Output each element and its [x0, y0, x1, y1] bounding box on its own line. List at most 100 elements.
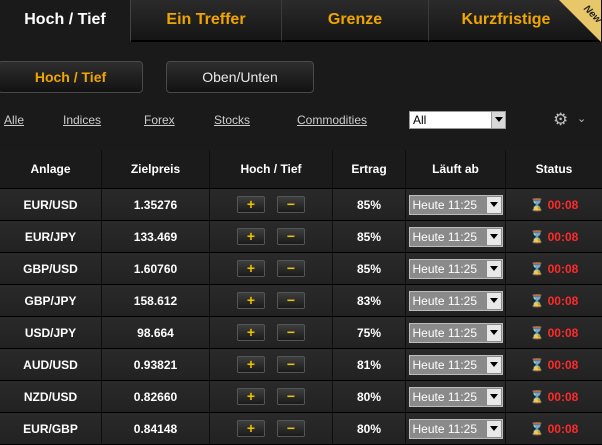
expiry-select[interactable]: Heute 11:25 [408, 226, 503, 247]
asset-name: USD/JPY [0, 317, 102, 348]
hoch-plus-button[interactable]: + [237, 388, 265, 405]
hoch-tief-controls: + − [210, 349, 333, 380]
filter-alle-link[interactable]: Alle [4, 113, 24, 127]
asset-filter-bar: Alle Indices Forex Stocks Commodities [0, 113, 602, 131]
subtab-oben-unten-button[interactable]: Oben/Unten [166, 61, 314, 93]
column-header-zielpreis: Zielpreis [102, 150, 210, 188]
hoch-plus-button[interactable]: + [237, 196, 265, 213]
asset-filter-select[interactable]: All [409, 111, 506, 129]
expiry-select-value: Heute 11:25 [412, 261, 478, 276]
target-price: 1.60760 [102, 253, 210, 284]
filter-stocks-link[interactable]: Stocks [214, 113, 250, 127]
target-price: 158.612 [102, 285, 210, 316]
hourglass-icon: ⌛ [529, 325, 545, 340]
yield-value: 85% [333, 221, 406, 252]
yield-value: 80% [333, 413, 406, 444]
table-row: GBP/JPY 158.612 + −83% Heute 11:25 ⌛ 00:08 [0, 285, 602, 317]
chevron-down-icon [486, 196, 501, 213]
hoch-tief-controls: + − [210, 253, 333, 284]
tief-minus-button[interactable]: − [277, 292, 305, 309]
expiry-select-value: Heute 11:25 [412, 293, 478, 308]
status-countdown: 00:08 [547, 197, 579, 212]
column-header-laeuft-ab: Läuft ab [406, 150, 506, 188]
chevron-down-icon [486, 228, 501, 245]
tab-kurzfristige-label: Kurzfristige [461, 11, 551, 28]
hourglass-icon: ⌛ [529, 261, 545, 276]
filter-indices-link[interactable]: Indices [63, 113, 101, 127]
gear-icon[interactable]: ⚙ [553, 111, 568, 129]
expiry-cell: Heute 11:25 [406, 189, 506, 220]
expiry-select[interactable]: Heute 11:25 [408, 386, 503, 407]
hoch-tief-controls: + − [210, 381, 333, 412]
hoch-tief-controls: + − [210, 413, 333, 444]
tief-minus-button[interactable]: − [277, 420, 305, 437]
expiry-select[interactable]: Heute 11:25 [408, 418, 503, 439]
status-cell: ⌛ 00:08 [506, 317, 602, 348]
target-price: 0.84148 [102, 413, 210, 444]
filter-forex-link[interactable]: Forex [144, 113, 175, 127]
table-row: EUR/USD 1.35276 + −85% Heute 11:25 ⌛ 00:08 [0, 189, 602, 221]
chevron-down-icon [486, 324, 501, 341]
target-price: 0.82660 [102, 381, 210, 412]
column-header-anlage: Anlage [0, 150, 102, 188]
asset-name: GBP/JPY [0, 285, 102, 316]
column-header-status: Status [535, 162, 573, 176]
tief-minus-button[interactable]: − [277, 324, 305, 341]
chevron-down-icon [486, 420, 501, 437]
status-countdown: 00:08 [547, 261, 579, 276]
expiry-select-value: Heute 11:25 [412, 229, 478, 244]
table-row: EUR/GBP 0.84148 + −80% Heute 11:25 ⌛ 00:08 [0, 413, 602, 445]
asset-name: NZD/USD [0, 381, 102, 412]
tab-grenze[interactable]: Grenze [282, 0, 429, 42]
yield-value: 85% [333, 189, 406, 220]
hoch-plus-button[interactable]: + [237, 324, 265, 341]
hoch-plus-button[interactable]: + [237, 356, 265, 373]
expiry-cell: Heute 11:25 [406, 221, 506, 252]
filter-commodities-link[interactable]: Commodities [297, 113, 367, 127]
expiry-select[interactable]: Heute 11:25 [408, 194, 503, 215]
yield-value: 83% [333, 285, 406, 316]
status-cell: ⌛ 00:08 [506, 253, 602, 284]
hoch-tief-controls: + − [210, 221, 333, 252]
tief-minus-button[interactable]: − [277, 260, 305, 277]
expiry-select[interactable]: Heute 11:25 [408, 258, 503, 279]
tief-minus-button[interactable]: − [277, 356, 305, 373]
status-cell: ⌛ 00:08 [506, 413, 602, 444]
expiry-select[interactable]: Heute 11:25 [408, 322, 503, 343]
chevron-down-icon [486, 388, 501, 405]
tab-ein-treffer[interactable]: Ein Treffer [131, 0, 282, 42]
asset-name: EUR/JPY [0, 221, 102, 252]
subtab-hoch-tief-button[interactable]: Hoch / Tief [0, 61, 143, 93]
hourglass-icon: ⌛ [529, 389, 545, 404]
status-cell: ⌛ 00:08 [506, 221, 602, 252]
expiry-select-value: Heute 11:25 [412, 421, 478, 436]
chevron-down-icon[interactable]: ⌄ [577, 112, 586, 125]
asset-name: EUR/GBP [0, 413, 102, 444]
yield-value: 85% [333, 253, 406, 284]
tief-minus-button[interactable]: − [277, 388, 305, 405]
expiry-select[interactable]: Heute 11:25 [408, 354, 503, 375]
hoch-plus-button[interactable]: + [237, 260, 265, 277]
expiry-cell: Heute 11:25 [406, 413, 506, 444]
hoch-plus-button[interactable]: + [237, 228, 265, 245]
expiry-select[interactable]: Heute 11:25 [408, 290, 503, 311]
expiry-select-value: Heute 11:25 [412, 357, 478, 372]
yield-value: 75% [333, 317, 406, 348]
expiry-cell: Heute 11:25 [406, 285, 506, 316]
status-countdown: 00:08 [547, 357, 579, 372]
asset-name: EUR/USD [0, 189, 102, 220]
asset-name: AUD/USD [0, 349, 102, 380]
assets-table: Anlage Zielpreis Hoch / Tief Ertrag Läuf… [0, 150, 602, 445]
status-countdown: 00:08 [547, 229, 579, 244]
chevron-down-icon [486, 260, 501, 277]
table-row: AUD/USD 0.93821 + −81% Heute 11:25 ⌛ 00:08 [0, 349, 602, 381]
hoch-plus-button[interactable]: + [237, 292, 265, 309]
hoch-plus-button[interactable]: + [237, 420, 265, 437]
tab-kurzfristige[interactable]: Kurzfristige New [429, 0, 601, 42]
status-countdown: 00:08 [547, 293, 579, 308]
table-row: USD/JPY 98.664 + −75% Heute 11:25 ⌛ 00:08 [0, 317, 602, 349]
tief-minus-button[interactable]: − [277, 196, 305, 213]
tab-hoch-tief[interactable]: Hoch / Tief [0, 0, 131, 42]
tief-minus-button[interactable]: − [277, 228, 305, 245]
table-header-row: Anlage Zielpreis Hoch / Tief Ertrag Läuf… [0, 150, 602, 189]
